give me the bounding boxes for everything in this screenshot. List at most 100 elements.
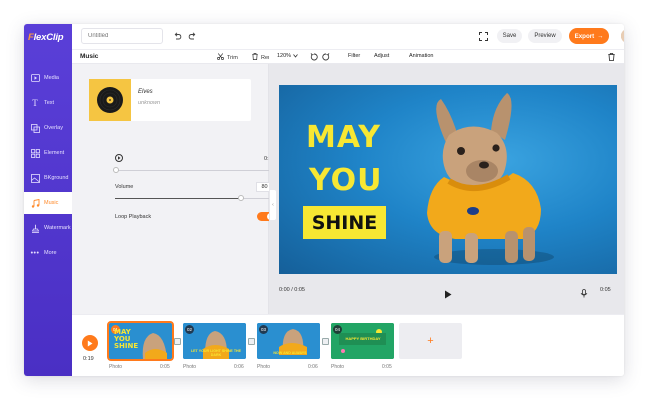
transition-icon[interactable]	[248, 338, 255, 345]
volume-slider-handle[interactable]	[238, 195, 244, 201]
trash-icon	[252, 53, 258, 62]
timeline-clip-2[interactable]: 02 LET YOUR LIGHT SHINE THE DARK	[183, 323, 246, 359]
clip-number: 04	[333, 325, 342, 334]
clip-duration: 0:05	[160, 364, 170, 370]
filter-button[interactable]: Filter	[348, 53, 360, 59]
rotate-left-icon[interactable]	[310, 53, 318, 63]
export-button[interactable]: Export →	[569, 28, 609, 44]
music-progress-track[interactable]	[115, 170, 273, 171]
logo-text: lexClip	[33, 32, 64, 43]
preview-button[interactable]: Preview	[528, 29, 562, 43]
clip-type-label: Photo	[183, 364, 197, 370]
top-bar: Save Preview Export →	[72, 24, 624, 50]
clip-number: 02	[185, 325, 194, 334]
scissors-icon	[217, 53, 224, 62]
sidebar-item-element[interactable]: Element	[24, 142, 72, 164]
track-artist: unknown	[138, 100, 161, 106]
sidebar-item-label: Watermark	[44, 225, 71, 231]
page: FlexClip Media T Text Overlay Element BK…	[0, 0, 660, 412]
trim-button[interactable]: Trim	[217, 53, 238, 62]
arrow-right-icon: →	[597, 32, 604, 40]
fullscreen-icon[interactable]	[478, 31, 488, 41]
play-button[interactable]	[444, 286, 452, 299]
panel-header: Music Trim Remove	[72, 50, 281, 64]
canvas-toolbar: 120% Filter Adjust Animation	[269, 50, 624, 64]
background-icon	[30, 173, 40, 183]
music-panel: Music Trim Remove	[72, 50, 281, 314]
timeline-clip-4[interactable]: 04 HAPPY BIRTHDAY	[331, 323, 394, 359]
editor-window: FlexClip Media T Text Overlay Element BK…	[24, 24, 624, 376]
music-progress-handle[interactable]	[113, 167, 119, 173]
sidebar-item-more[interactable]: ••• More	[24, 242, 72, 264]
sidebar: FlexClip Media T Text Overlay Element BK…	[24, 24, 72, 376]
volume-label: Volume	[115, 184, 134, 190]
timeline: 0:19 01 MAY YOU SHINE Photo 0:05 02 LET …	[72, 314, 624, 376]
save-button[interactable]: Save	[497, 29, 522, 43]
sidebar-item-music[interactable]: Music	[24, 192, 72, 214]
album-cover	[89, 79, 131, 121]
sidebar-item-label: Overlay	[44, 125, 63, 131]
watermark-icon	[30, 223, 40, 233]
music-icon	[30, 198, 40, 208]
clip-type-label: Photo	[257, 364, 271, 370]
redo-icon[interactable]	[187, 31, 197, 41]
music-play-button[interactable]	[115, 154, 123, 162]
media-icon	[30, 73, 40, 83]
sidebar-item-background[interactable]: BKground	[24, 167, 72, 189]
video-preview[interactable]: MAY YOU SHINE	[279, 85, 617, 274]
delete-icon[interactable]	[608, 53, 615, 63]
timeline-play-button[interactable]	[82, 335, 98, 351]
text-icon: T	[32, 98, 38, 108]
total-duration: 0:05	[600, 287, 611, 293]
clip-duration: 0:05	[382, 364, 392, 370]
play-icon	[118, 156, 121, 160]
track-name: Elves	[138, 89, 153, 95]
loop-playback-label: Loop Playback	[115, 214, 152, 220]
clip-caption: HAPPY BIRTHDAY	[345, 336, 381, 341]
timeline-time: 0:19	[83, 356, 94, 362]
chevron-left-icon: ‹	[272, 202, 274, 208]
timeline-clip-3[interactable]: 03 NOW AND ALWAYS	[257, 323, 320, 359]
avatar[interactable]	[621, 29, 624, 43]
export-label: Export	[574, 32, 595, 40]
project-title-input[interactable]	[81, 28, 163, 44]
chevron-down-icon	[293, 54, 298, 58]
adjust-button[interactable]: Adjust	[374, 53, 389, 59]
sidebar-item-label: Text	[44, 100, 55, 106]
sidebar-item-watermark[interactable]: Watermark	[24, 217, 72, 239]
element-icon	[30, 148, 40, 158]
sidebar-item-label: Element	[44, 150, 65, 156]
clip-caption: MAY YOU SHINE	[114, 328, 139, 350]
clip-duration: 0:06	[308, 364, 318, 370]
vinyl-record-icon	[97, 87, 123, 113]
sidebar-item-label: Music	[44, 200, 59, 206]
zoom-value: 120%	[277, 53, 292, 59]
clip-type-label: Photo	[331, 364, 345, 370]
sidebar-item-media[interactable]: Media	[24, 67, 72, 89]
zoom-select[interactable]: 120%	[277, 53, 298, 59]
app-logo: FlexClip	[28, 31, 64, 45]
plus-icon: +	[427, 335, 434, 347]
timeline-clip-1[interactable]: 01 MAY YOU SHINE	[107, 321, 174, 361]
clip-duration: 0:06	[234, 364, 244, 370]
sidebar-item-label: Media	[44, 75, 59, 81]
volume-slider-fill	[115, 198, 241, 199]
dog-photo	[427, 93, 554, 265]
rotate-right-icon[interactable]	[322, 53, 330, 63]
animation-button[interactable]: Animation	[409, 53, 433, 59]
microphone-icon[interactable]	[580, 285, 588, 298]
add-clip-button[interactable]: +	[399, 323, 462, 359]
more-icon: •••	[30, 249, 40, 257]
transition-icon[interactable]	[322, 338, 329, 345]
undo-icon[interactable]	[172, 31, 182, 41]
panel-collapse-handle[interactable]: ‹	[270, 190, 276, 220]
sidebar-item-label: BKground	[44, 175, 69, 181]
playback-time: 0:00 / 0:05	[279, 287, 305, 293]
music-track-card[interactable]: Elves unknown	[89, 79, 251, 121]
clip-caption: LET YOUR LIGHT SHINE THE DARK	[190, 349, 242, 357]
play-icon	[445, 290, 452, 299]
transition-icon[interactable]	[174, 338, 181, 345]
sidebar-item-overlay[interactable]: Overlay	[24, 117, 72, 139]
sidebar-item-text[interactable]: T Text	[24, 92, 72, 114]
sidebar-item-label: More	[44, 250, 57, 256]
